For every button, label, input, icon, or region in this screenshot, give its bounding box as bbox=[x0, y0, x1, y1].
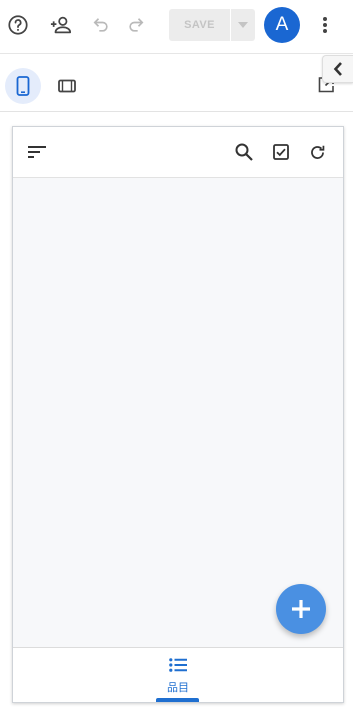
more-options-button[interactable] bbox=[313, 11, 337, 39]
app-content-area bbox=[13, 179, 343, 647]
view-toolbar bbox=[0, 55, 353, 112]
refresh-icon bbox=[308, 143, 327, 162]
undo-button[interactable] bbox=[87, 11, 115, 39]
collapse-panel-button[interactable] bbox=[322, 55, 353, 83]
more-vert-icon bbox=[322, 16, 328, 34]
app-preview-frame: 品目 bbox=[12, 126, 344, 703]
redo-button[interactable] bbox=[122, 11, 150, 39]
top-toolbar: SAVE A bbox=[0, 0, 353, 54]
nav-item-label: 品目 bbox=[167, 682, 189, 694]
sort-button[interactable] bbox=[25, 140, 49, 164]
add-item-button[interactable] bbox=[276, 584, 326, 634]
tablet-icon bbox=[58, 79, 76, 93]
save-dropdown-button[interactable] bbox=[231, 9, 255, 41]
avatar[interactable]: A bbox=[264, 7, 300, 43]
app-header bbox=[13, 127, 343, 178]
save-button-group: SAVE bbox=[169, 9, 255, 41]
smartphone-icon bbox=[16, 76, 30, 96]
help-button[interactable] bbox=[4, 11, 32, 39]
list-icon bbox=[169, 658, 187, 672]
share-button[interactable] bbox=[47, 11, 75, 39]
caret-down-icon bbox=[238, 22, 248, 28]
person-add-icon bbox=[49, 14, 73, 36]
bottom-navigation: 品目 bbox=[13, 647, 343, 702]
chevron-left-icon bbox=[333, 61, 343, 77]
add-icon bbox=[291, 599, 311, 619]
active-nav-indicator bbox=[156, 698, 199, 702]
sort-icon bbox=[28, 146, 46, 158]
checkbox-icon bbox=[273, 144, 289, 160]
search-icon bbox=[235, 143, 253, 161]
save-button[interactable]: SAVE bbox=[169, 9, 230, 41]
tablet-view-button[interactable] bbox=[53, 72, 81, 100]
help-circle-icon bbox=[7, 14, 29, 36]
phone-view-button[interactable] bbox=[5, 68, 41, 104]
redo-icon bbox=[126, 15, 146, 35]
search-button[interactable] bbox=[232, 140, 256, 164]
select-button[interactable] bbox=[269, 140, 293, 164]
refresh-button[interactable] bbox=[305, 140, 329, 164]
nav-item-items[interactable]: 品目 bbox=[156, 656, 200, 700]
undo-icon bbox=[91, 15, 111, 35]
